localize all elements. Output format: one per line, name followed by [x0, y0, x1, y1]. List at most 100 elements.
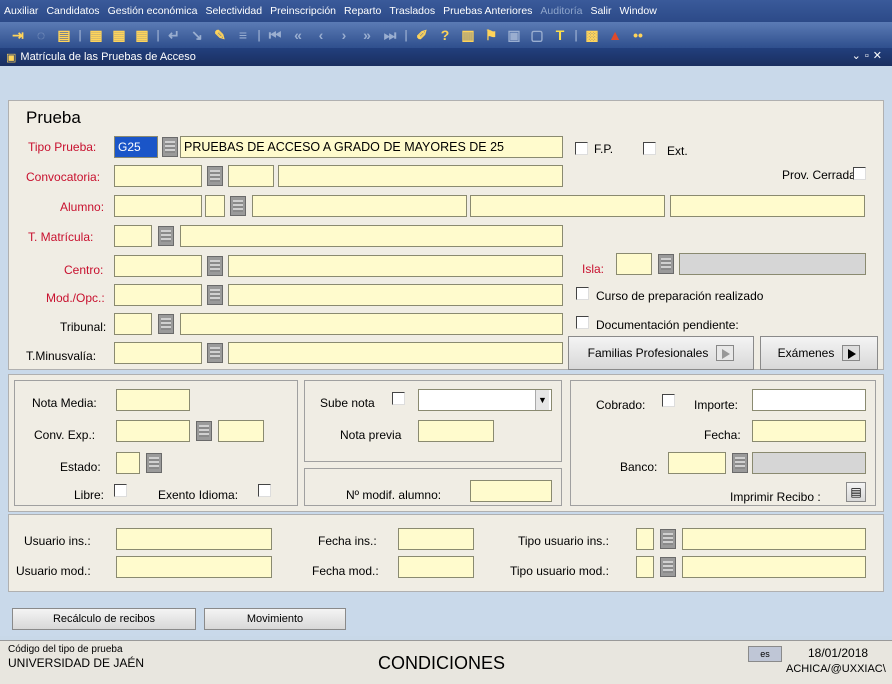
centro-desc-field[interactable] [228, 255, 563, 277]
fecha-mod-field[interactable] [398, 556, 474, 578]
isla-code-field[interactable] [616, 253, 652, 275]
first-record-icon[interactable]: ⏮ [265, 25, 285, 45]
menu-traslados[interactable]: Traslados [389, 5, 435, 17]
convocatoria-code-field[interactable] [228, 165, 274, 187]
t-matricula-code-field[interactable] [114, 225, 152, 247]
familias-profesionales-button[interactable]: Familias Profesionales [568, 336, 754, 370]
fecha-field[interactable] [752, 420, 866, 442]
t-minusvalia-code-field[interactable] [114, 342, 202, 364]
t-minusvalia-desc-field[interactable] [228, 342, 563, 364]
exento-idioma-checkbox[interactable] [258, 484, 271, 497]
menu-auxiliar[interactable]: Auxiliar [4, 5, 38, 17]
menu-window[interactable]: Window [619, 5, 656, 17]
alumno-lov-button[interactable] [230, 196, 246, 216]
banco-code-field[interactable] [668, 452, 726, 474]
conv-exp-field[interactable] [116, 420, 190, 442]
t-matricula-desc-field[interactable] [180, 225, 563, 247]
conv-exp-lov-button[interactable] [196, 421, 212, 441]
new-record-icon[interactable]: ▦ [86, 25, 106, 45]
prov-cerrada-checkbox[interactable] [853, 167, 866, 180]
t-minusvalia-lov-button[interactable] [207, 343, 223, 363]
prev-record-icon[interactable]: ‹ [311, 25, 331, 45]
remove-icon[interactable]: ↘ [187, 25, 207, 45]
convocatoria-field[interactable] [114, 165, 202, 187]
tribunal-code-field[interactable] [114, 313, 152, 335]
sube-nota-checkbox[interactable] [392, 392, 405, 405]
menu-candidatos[interactable]: Candidatos [46, 5, 99, 17]
notes-icon[interactable]: ▩ [582, 25, 602, 45]
menu-selectividad[interactable]: Selectividad [205, 5, 262, 17]
insert-icon[interactable]: ↵ [164, 25, 184, 45]
tipo-prueba-desc-field[interactable]: PRUEBAS DE ACCESO A GRADO DE MAYORES DE … [180, 136, 563, 158]
menu-gestion-economica[interactable]: Gestión económica [108, 5, 198, 17]
display-icon[interactable]: ▢ [527, 25, 547, 45]
menu-pruebas-anteriores[interactable]: Pruebas Anteriores [443, 5, 532, 17]
menu-preinscripcion[interactable]: Preinscripción [270, 5, 336, 17]
next-block-icon[interactable]: » [357, 25, 377, 45]
more-icon[interactable]: •• [628, 25, 648, 45]
convocatoria-desc-field[interactable] [278, 165, 563, 187]
tribunal-lov-button[interactable] [158, 314, 174, 334]
recalculo-recibos-button[interactable]: Recálculo de recibos [12, 608, 196, 630]
help-icon[interactable]: ? [435, 25, 455, 45]
next-record-icon[interactable]: › [334, 25, 354, 45]
tipo-prueba-lov-button[interactable] [162, 137, 178, 157]
fp-checkbox[interactable] [575, 142, 588, 155]
alumno-letter-field[interactable] [205, 195, 225, 217]
tipo-usuario-mod-desc-field[interactable] [682, 556, 866, 578]
nota-previa-field[interactable] [418, 420, 494, 442]
last-record-icon[interactable]: ⏭ [380, 25, 400, 45]
tribunal-desc-field[interactable] [180, 313, 563, 335]
isla-lov-button[interactable] [658, 254, 674, 274]
menu-reparto[interactable]: Reparto [344, 5, 381, 17]
tipo-usuario-mod-lov-button[interactable] [660, 557, 676, 577]
print-receipt-button[interactable]: ▤ [846, 482, 866, 502]
execute-query-icon[interactable]: ≡ [233, 25, 253, 45]
t-matricula-lov-button[interactable] [158, 226, 174, 246]
nota-media-field[interactable] [116, 389, 190, 411]
language-badge[interactable]: es [748, 646, 782, 662]
edit-icon[interactable]: ✐ [412, 25, 432, 45]
ext-checkbox[interactable] [643, 142, 656, 155]
filter-icon[interactable]: ⚑ [481, 25, 501, 45]
save-icon[interactable]: ◌ [31, 25, 51, 45]
doc-pendiente-checkbox[interactable] [576, 316, 589, 329]
conv-exp-code-field[interactable] [218, 420, 264, 442]
cobrado-checkbox[interactable] [662, 394, 675, 407]
alumno-surname1-field[interactable] [470, 195, 665, 217]
mod-opc-code-field[interactable] [114, 284, 202, 306]
centro-lov-button[interactable] [207, 256, 223, 276]
importe-field[interactable] [752, 389, 866, 411]
tipo-usuario-ins-desc-field[interactable] [682, 528, 866, 550]
query-icon[interactable]: ✎ [210, 25, 230, 45]
usuario-ins-field[interactable] [116, 528, 272, 550]
prev-block-icon[interactable]: « [288, 25, 308, 45]
menu-salir[interactable]: Salir [590, 5, 611, 17]
usuario-mod-field[interactable] [116, 556, 272, 578]
n-modif-alumno-field[interactable] [470, 480, 552, 502]
estado-lov-button[interactable] [146, 453, 162, 473]
alumno-name-field[interactable] [252, 195, 467, 217]
acrobat-icon[interactable]: ▲ [605, 25, 625, 45]
exit-icon[interactable]: ⇥ [8, 25, 28, 45]
examenes-button[interactable]: Exámenes [760, 336, 878, 370]
text-icon[interactable]: T [550, 25, 570, 45]
delete-record-icon[interactable]: ▦ [132, 25, 152, 45]
estado-field[interactable] [116, 452, 140, 474]
calc-icon[interactable]: ▥ [458, 25, 478, 45]
convocatoria-lov-button[interactable] [207, 166, 223, 186]
libre-checkbox[interactable] [114, 484, 127, 497]
calendar-icon[interactable]: ▣ [504, 25, 524, 45]
sube-nota-select[interactable]: ▼ [418, 389, 552, 411]
tipo-prueba-code-field[interactable]: G25 [114, 136, 158, 158]
fecha-ins-field[interactable] [398, 528, 474, 550]
banco-lov-button[interactable] [732, 453, 748, 473]
copy-record-icon[interactable]: ▦ [109, 25, 129, 45]
tipo-usuario-ins-lov-button[interactable] [660, 529, 676, 549]
tipo-usuario-mod-code-field[interactable] [636, 556, 654, 578]
print-icon[interactable]: ▤ [54, 25, 74, 45]
curso-prep-checkbox[interactable] [576, 287, 589, 300]
alumno-id-field[interactable] [114, 195, 202, 217]
mod-opc-desc-field[interactable] [228, 284, 563, 306]
centro-code-field[interactable] [114, 255, 202, 277]
